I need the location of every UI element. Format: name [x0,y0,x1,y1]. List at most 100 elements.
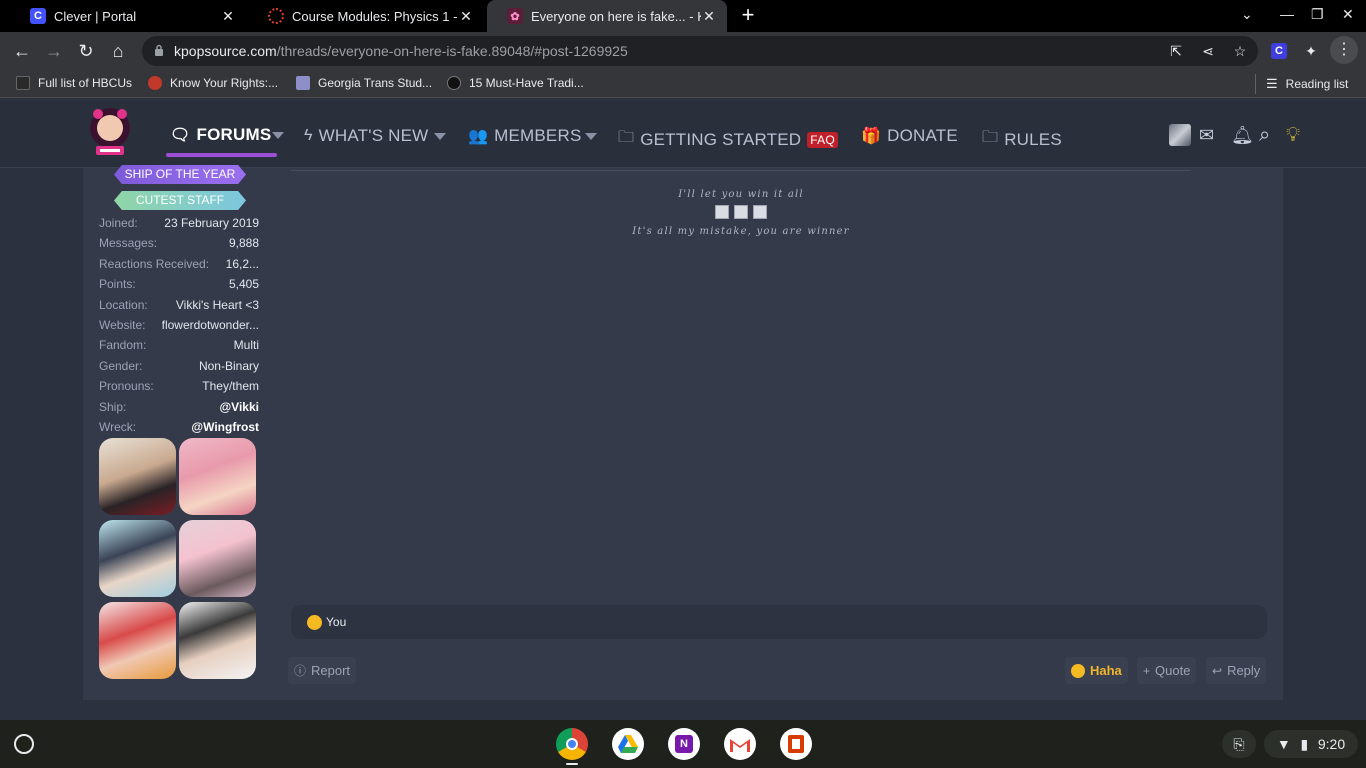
quote-button[interactable]: + Quote [1137,657,1197,684]
clever-icon: C [30,8,46,24]
bell-icon[interactable]: 🔔︎ [1231,124,1254,146]
folder-icon: 🗀 [982,129,999,146]
bookmark-item[interactable]: Georgia Trans Stud... [296,76,432,90]
user-fact-row: Website: flowerdotwonder... [99,318,259,336]
users-icon: 👥 [468,128,489,145]
forward-icon[interactable]: → [43,40,65,62]
user-fact-row: Messages: 9,888 [99,236,259,254]
report-button[interactable]: ⓘ Report [288,657,357,684]
user-avatar[interactable] [1169,124,1191,146]
fact-value[interactable]: @Wingfrost [191,420,259,434]
clever-extension-icon[interactable]: C [1271,43,1287,59]
divider [1255,74,1256,94]
user-fact-row: Ship: @Vikki [99,400,259,418]
post-divider [291,170,1191,171]
active-nav-indicator [166,153,277,157]
status-tray[interactable]: ▼ ▮ 9:20 [1264,730,1358,758]
reply-button[interactable]: ↩ Reply [1206,657,1267,684]
new-tab-button[interactable]: + [738,4,758,28]
tab-kpopsource[interactable]: ✿ Everyone on here is fake... - Kpop ✕ [487,0,727,32]
chevron-down-icon[interactable] [434,133,446,140]
nav-whats-new[interactable]: ϟ WHAT'S NEW [304,126,428,146]
fact-label: Ship: [99,400,127,414]
share-icon[interactable]: ⋖ [1200,43,1216,59]
fact-label: Fandom: [99,338,147,352]
reading-list-button[interactable]: ☰ Reading list [1266,76,1348,92]
chevron-down-icon[interactable] [585,133,597,140]
broken-image-icon [734,205,748,219]
user-photo [179,520,256,597]
plus-icon: + [1143,663,1151,678]
minimize-icon[interactable]: — [1280,6,1294,22]
tab-canvas[interactable]: Course Modules: Physics 1 - 2nd ✕ [248,0,484,32]
fact-value: Multi [233,338,259,352]
fact-label: Website: [99,318,146,332]
chrome-icon[interactable] [556,728,588,760]
gift-icon: 🎁 [861,128,882,145]
google-drive-icon[interactable] [612,728,644,760]
signature-line: It's all my mistake, you are winner [632,226,850,237]
open-in-app-icon[interactable]: ⇱ [1168,43,1184,59]
user-fact-row: Wreck: @Wingfrost [99,420,259,438]
reading-list-icon: ☰ [1266,76,1278,91]
user-fact-row: Pronouns: They/them [99,379,259,397]
address-bar[interactable]: kpopsource.com/threads/everyone-on-here-… [142,36,1258,66]
reactions-bar[interactable]: You [291,605,1267,639]
nav-getting-started[interactable]: 🗀 GETTING STARTED FAQ [618,126,838,153]
nav-donate[interactable]: 🎁 DONATE [861,126,958,146]
close-icon[interactable]: ✕ [458,8,474,25]
canvas-icon [268,8,284,24]
close-icon[interactable]: ✕ [701,8,717,25]
office-icon[interactable] [780,728,812,760]
user-banner: SHIP OF THE YEAR [114,165,246,184]
bookmark-item[interactable]: Know Your Rights:... [148,76,278,90]
fact-value[interactable]: @Vikki [219,400,259,414]
fact-value: They/them [202,379,259,393]
bookmark-item[interactable]: 15 Must-Have Tradi... [447,76,584,90]
bookmark-item[interactable]: Full list of HBCUs [16,76,132,90]
fact-label: Points: [99,277,136,291]
inbox-icon[interactable]: ✉ [1199,124,1214,146]
url-text: kpopsource.com/threads/everyone-on-here-… [174,43,628,59]
nav-forums[interactable]: 🗨 FORUMS [170,125,271,145]
chevron-down-icon[interactable] [272,132,284,139]
faq-badge: FAQ [807,131,838,148]
tab-clever[interactable]: C Clever | Portal ✕ [10,0,246,32]
tab-strip: C Clever | Portal ✕ Course Modules: Phys… [0,0,1366,32]
user-photo [99,602,176,679]
laughing-emoji-icon [307,615,322,630]
back-icon[interactable]: ← [11,40,33,62]
user-fact-row: Fandom: Multi [99,338,259,356]
search-icon[interactable]: ⌕ [1259,124,1270,146]
user-fact-row: Reactions Received: 16,2... [99,257,259,275]
bookmark-star-icon[interactable]: ☆ [1232,43,1248,59]
reload-icon[interactable]: ↻ [75,40,97,62]
tab-search-icon[interactable]: ⌄ [1241,6,1253,23]
site-logo[interactable] [86,104,134,160]
close-window-icon[interactable]: ✕ [1342,6,1354,23]
reply-icon: ↩ [1212,663,1223,678]
home-icon[interactable]: ⌂ [107,40,129,62]
maximize-icon[interactable]: ❐ [1311,6,1324,23]
tote-icon[interactable]: ⎘ [1222,730,1256,758]
comments-icon: 🗨 [170,127,191,144]
extensions-icon[interactable]: ✦ [1303,43,1319,59]
broken-image-icon [753,205,767,219]
nav-members[interactable]: 👥 MEMBERS [468,126,581,146]
user-fact-row: Points: 5,405 [99,277,259,295]
close-icon[interactable]: ✕ [220,8,236,25]
user-banner: CUTEST STAFF [114,191,246,210]
clock: 9:20 [1317,736,1346,752]
gmail-icon[interactable] [724,728,756,760]
onenote-icon[interactable]: N [668,728,700,760]
user-photo [179,438,256,515]
lock-icon [155,44,163,56]
user-photo [99,520,176,597]
fact-value[interactable]: flowerdotwonder... [162,318,259,332]
lightbulb-icon[interactable]: 💡︎ [1286,124,1300,146]
kpopsource-icon: ✿ [507,8,523,24]
menu-kebab-icon[interactable]: ⋮ [1330,36,1358,64]
nav-rules[interactable]: 🗀 RULES [982,126,1062,153]
haha-reaction-button[interactable]: Haha [1065,657,1128,684]
launcher-icon[interactable] [14,734,34,754]
